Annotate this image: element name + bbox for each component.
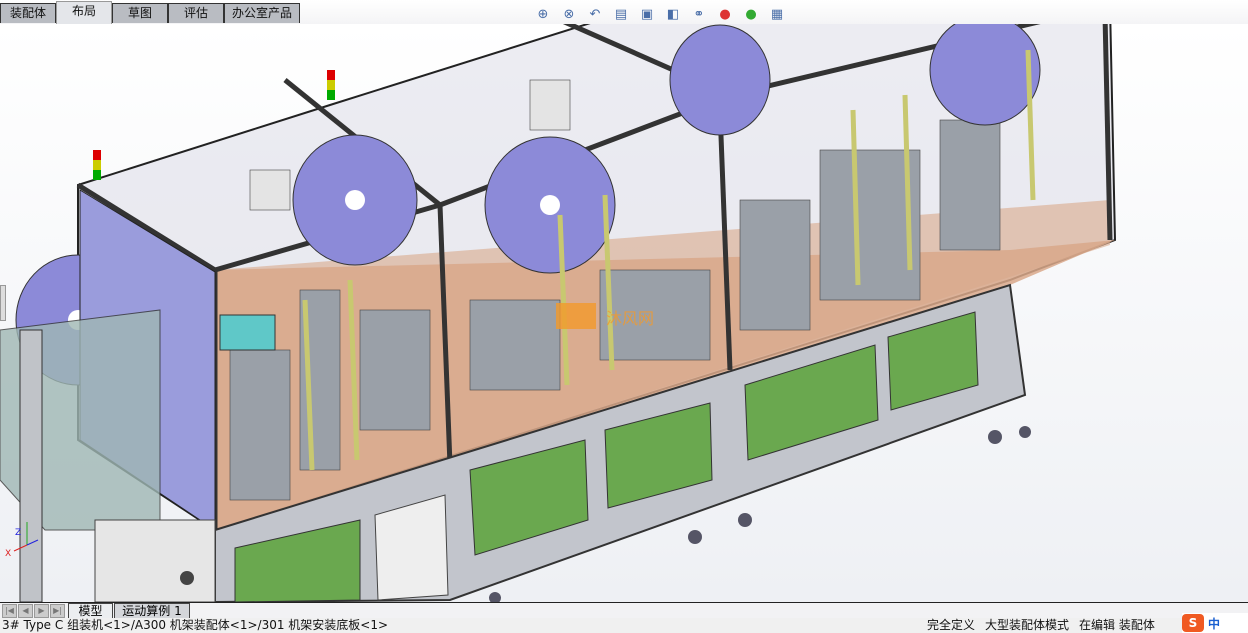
assembly-model: 沐风网 Z X — [0, 24, 1117, 602]
heads-up-view-toolbar: ⊕ ⊗ ↶ ▤ ▣ ◧ ⚭ ● ● ▦ — [534, 4, 786, 26]
status-bar: 3# Type C 组装机<1>/A300 机架装配体<1>/301 机架安装底… — [0, 618, 1248, 633]
tab-layout[interactable]: 布局 — [56, 1, 112, 25]
zoom-to-fit-icon[interactable]: ⊕ — [534, 6, 552, 24]
status-editing: 在编辑 装配体 — [1079, 618, 1155, 632]
display-style-icon[interactable]: ◧ — [664, 6, 682, 24]
last-tab-button[interactable]: ▶| — [50, 604, 65, 618]
previous-view-icon[interactable]: ↶ — [586, 6, 604, 24]
tab-assembly[interactable]: 装配体 — [0, 3, 56, 23]
view-orientation-icon[interactable]: ▣ — [638, 6, 656, 24]
view-settings-icon[interactable]: ▦ — [768, 6, 786, 24]
status-path: 3# Type C 组装机<1>/A300 机架装配体<1>/301 机架安装底… — [2, 618, 389, 632]
svg-text:Z: Z — [15, 528, 21, 538]
status-mode: 大型装配体模式 — [985, 618, 1070, 632]
ime-language: 中 — [1208, 616, 1221, 631]
edit-appearance-icon[interactable]: ● — [716, 6, 734, 24]
feature-tree-collapse-handle[interactable] — [0, 285, 6, 321]
next-tab-button[interactable]: ▶ — [34, 604, 49, 618]
model-tabs-bar: |◀ ◀ ▶ ▶| 模型 运动算例 1 — [0, 602, 1248, 619]
svg-text:X: X — [5, 549, 11, 559]
tab-sketch[interactable]: 草图 — [112, 3, 168, 23]
ime-indicator[interactable]: S 中 — [1182, 613, 1248, 633]
first-tab-button[interactable]: |◀ — [2, 604, 17, 618]
graphics-area[interactable]: 沐风网 Z X — [0, 24, 1248, 602]
apply-scene-icon[interactable]: ● — [742, 6, 760, 24]
prev-tab-button[interactable]: ◀ — [18, 604, 33, 618]
hide-show-icon[interactable]: ⚭ — [690, 6, 708, 24]
zoom-area-icon[interactable]: ⊗ — [560, 6, 578, 24]
tab-office-products[interactable]: 办公室产品 — [224, 3, 300, 23]
svg-text:沐风网: 沐风网 — [606, 309, 654, 328]
tab-evaluate[interactable]: 评估 — [168, 3, 224, 23]
sogou-logo-icon: S — [1182, 614, 1204, 632]
tab-motion-study[interactable]: 运动算例 1 — [114, 603, 190, 619]
tab-model[interactable]: 模型 — [68, 603, 113, 619]
section-view-icon[interactable]: ▤ — [612, 6, 630, 24]
status-definition: 完全定义 — [927, 618, 976, 632]
